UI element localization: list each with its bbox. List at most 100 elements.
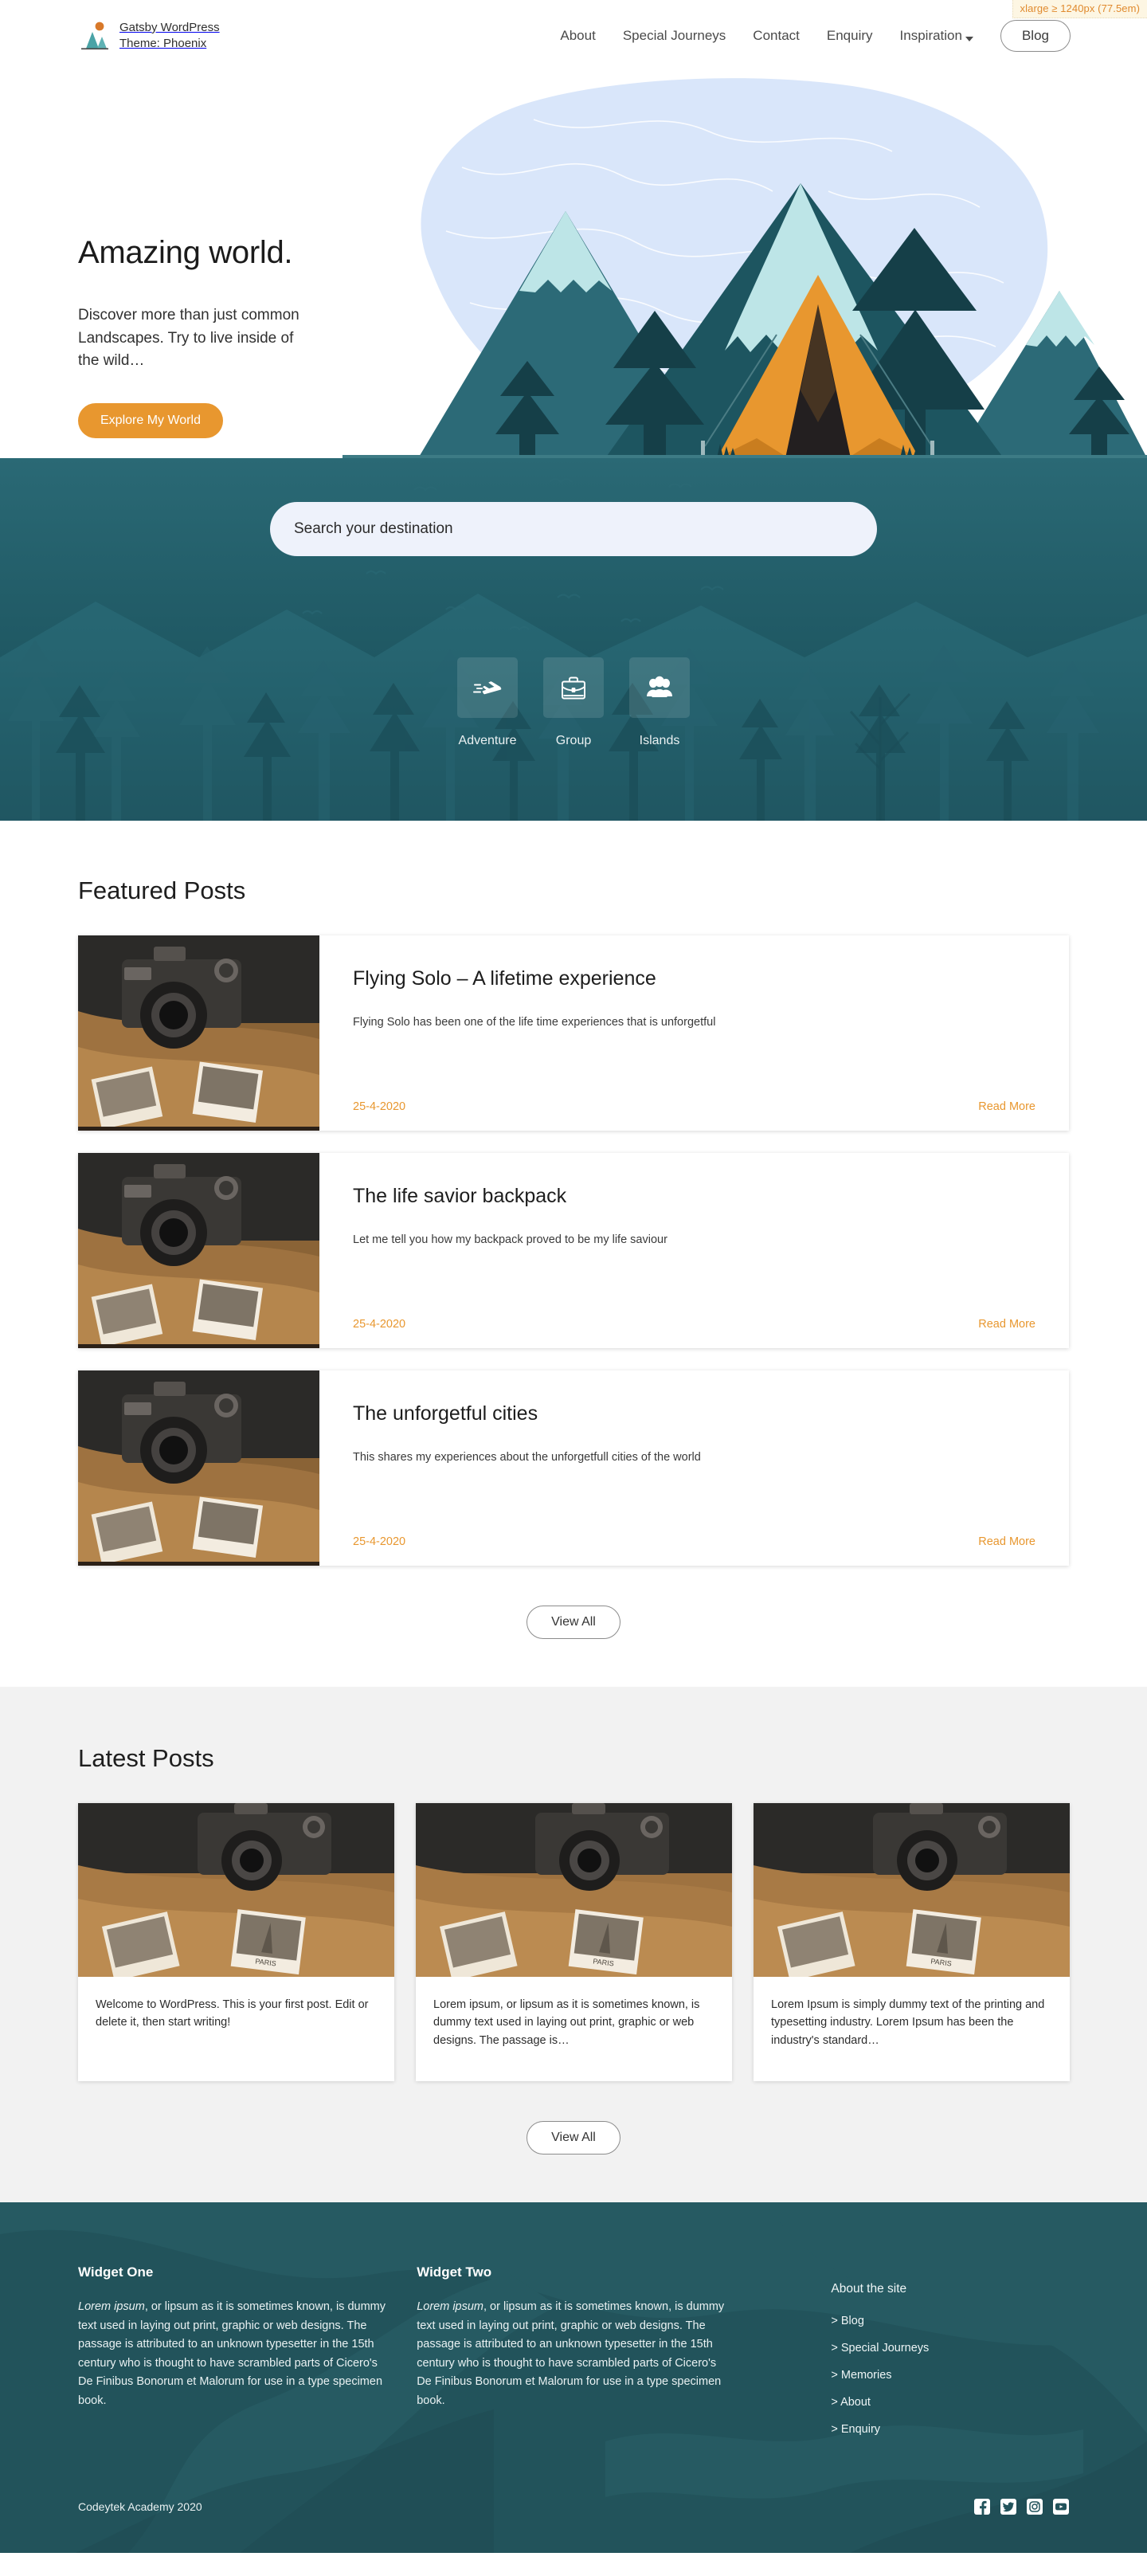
- hero-subtitle: Discover more than just common Landscape…: [78, 307, 299, 369]
- featured-view-all-button[interactable]: View All: [527, 1606, 620, 1639]
- nav-item-about[interactable]: About: [560, 28, 595, 44]
- viewport-size-badge: xlarge ≥ 1240px (77.5em): [1012, 0, 1147, 18]
- featured-post-meta: 25-4-2020 Read More: [353, 1513, 1035, 1548]
- footer-widget-two-text: Lorem ipsum, or lipsum as it is sometime…: [417, 2298, 727, 2410]
- featured-post-body: Flying Solo – A lifetime experience Flyi…: [319, 935, 1069, 1131]
- hero-title: Amazing world.: [78, 235, 293, 270]
- featured-post-body: The unforgetful cities This shares my ex…: [319, 1370, 1069, 1566]
- latest-posts-grid: PARIS Welcome to WordPress. This is your…: [78, 1803, 1070, 2082]
- footer-links-title: About the site: [831, 2282, 907, 2296]
- footer-link-blog[interactable]: > Blog: [831, 2315, 864, 2327]
- people-group-icon: [629, 657, 690, 718]
- footer-link-memories[interactable]: > Memories: [831, 2369, 891, 2382]
- mountain-sun-logo-icon: [76, 19, 112, 53]
- nav-item-enquiry[interactable]: Enquiry: [827, 28, 873, 44]
- facebook-icon[interactable]: [974, 2499, 990, 2515]
- nav-item-inspiration[interactable]: Inspiration: [900, 28, 973, 44]
- latest-post-excerpt: Welcome to WordPress. This is your first…: [96, 1998, 369, 2029]
- featured-post-title[interactable]: The unforgetful cities: [353, 1402, 1035, 1425]
- site-header: Gatsby WordPress Theme: Phoenix About Sp…: [0, 0, 1147, 72]
- main-navigation: About Special Journeys Contact Enquiry I…: [560, 20, 1071, 52]
- featured-posts-list: Flying Solo – A lifetime experience Flyi…: [78, 935, 1069, 1566]
- instagram-icon[interactable]: [1027, 2499, 1043, 2515]
- featured-post-date: 25-4-2020: [353, 1100, 406, 1113]
- featured-post-thumbnail: [78, 1370, 319, 1566]
- latest-post-thumbnail: PARIS: [78, 1803, 394, 1977]
- latest-view-all-row: View All: [78, 2081, 1069, 2202]
- search-form: [270, 502, 877, 556]
- brand-text: Gatsby WordPress Theme: Phoenix: [119, 20, 220, 53]
- search-band: Adventure Group: [0, 458, 1147, 821]
- footer-widget-two-lead: Lorem ipsum: [417, 2300, 483, 2314]
- footer-bottom-bar: Codeytek Academy 2020: [0, 2499, 1147, 2553]
- featured-post-excerpt: Flying Solo has been one of the life tim…: [353, 1016, 716, 1029]
- footer-widgets: Widget One Lorem ipsum, or lipsum as it …: [0, 2202, 1147, 2449]
- featured-post-meta: 25-4-2020 Read More: [353, 1296, 1035, 1331]
- latest-posts-section: Latest Posts PARIS Welcome to WordPress.…: [0, 1687, 1147, 2203]
- page-root: xlarge ≥ 1240px (77.5em) Gatsby WordPres…: [0, 0, 1147, 2554]
- footer-link-enquiry[interactable]: > Enquiry: [831, 2423, 880, 2436]
- nav-blog-button[interactable]: Blog: [1000, 20, 1071, 52]
- featured-post-thumbnail: [78, 935, 319, 1131]
- footer-link-item: > Blog: [831, 2314, 1069, 2328]
- latest-post-thumbnail: PARIS: [754, 1803, 1070, 1977]
- latest-post-card[interactable]: PARIS Welcome to WordPress. This is your…: [78, 1803, 394, 2082]
- featured-post-body: The life savior backpack Let me tell you…: [319, 1153, 1069, 1348]
- featured-post-date: 25-4-2020: [353, 1535, 406, 1548]
- footer-link-item: > Memories: [831, 2368, 1069, 2382]
- nav-item-contact[interactable]: Contact: [753, 28, 800, 44]
- featured-post-card[interactable]: The unforgetful cities This shares my ex…: [78, 1370, 1069, 1566]
- chevron-down-icon: [965, 36, 973, 41]
- footer-widget-two-body: , or lipsum as it is sometimes known, is…: [417, 2300, 725, 2407]
- featured-posts-title: Featured Posts: [78, 876, 246, 904]
- featured-post-card[interactable]: Flying Solo – A lifetime experience Flyi…: [78, 935, 1069, 1131]
- featured-post-card[interactable]: The life savior backpack Let me tell you…: [78, 1153, 1069, 1348]
- category-adventure-label: Adventure: [458, 734, 517, 747]
- brand-logo-link[interactable]: Gatsby WordPress Theme: Phoenix: [76, 19, 220, 53]
- featured-post-title[interactable]: The life savior backpack: [353, 1185, 1035, 1208]
- featured-post-thumbnail: [78, 1153, 319, 1348]
- twitter-icon[interactable]: [1000, 2499, 1016, 2515]
- explore-my-world-button[interactable]: Explore My World: [78, 402, 223, 438]
- footer-link-special-journeys[interactable]: > Special Journeys: [831, 2342, 929, 2354]
- plane-icon: [457, 657, 518, 718]
- mountains-tent-forest-illustration: [343, 72, 1147, 458]
- latest-post-card[interactable]: PARIS Lorem Ipsum is simply dummy text o…: [754, 1803, 1070, 2082]
- footer-widget-one-title: Widget One: [78, 2264, 154, 2280]
- latest-post-excerpt: Lorem ipsum, or lipsum as it is sometime…: [433, 1998, 700, 2047]
- youtube-icon[interactable]: [1053, 2499, 1069, 2515]
- featured-post-meta: 25-4-2020 Read More: [353, 1078, 1035, 1113]
- search-band-content: Adventure Group: [0, 458, 1147, 821]
- brand-line-1: Gatsby WordPress: [119, 20, 220, 34]
- footer-widget-one-text: Lorem ipsum, or lipsum as it is sometime…: [78, 2298, 389, 2410]
- footer-link-item: > About: [831, 2395, 1069, 2409]
- footer-link-about[interactable]: > About: [831, 2396, 871, 2409]
- briefcase-icon: [543, 657, 604, 718]
- read-more-link[interactable]: Read More: [978, 1100, 1035, 1113]
- footer-widget-one-lead: Lorem ipsum: [78, 2300, 145, 2314]
- copyright-text: Codeytek Academy 2020: [78, 2500, 202, 2514]
- brand-line-2: Theme: Phoenix: [119, 37, 207, 50]
- footer-widget-one: Widget One Lorem ipsum, or lipsum as it …: [78, 2264, 389, 2449]
- category-islands[interactable]: Islands: [629, 657, 690, 748]
- latest-view-all-button[interactable]: View All: [527, 2121, 620, 2155]
- hero-copy: Amazing world. Discover more than just c…: [78, 235, 397, 438]
- latest-post-card[interactable]: PARIS Lorem ipsum, or lipsum as it is so…: [416, 1803, 732, 2082]
- search-input[interactable]: [270, 502, 877, 556]
- featured-post-excerpt: Let me tell you how my backpack proved t…: [353, 1233, 667, 1246]
- featured-view-all-row: View All: [0, 1566, 1147, 1687]
- footer-link-item: > Special Journeys: [831, 2341, 1069, 2355]
- featured-post-excerpt: This shares my experiences about the unf…: [353, 1451, 701, 1464]
- hero-section: Amazing world. Discover more than just c…: [0, 72, 1147, 458]
- category-islands-label: Islands: [639, 734, 680, 747]
- nav-item-special-journeys[interactable]: Special Journeys: [623, 28, 726, 44]
- featured-post-title[interactable]: Flying Solo – A lifetime experience: [353, 967, 1035, 990]
- footer-widget-two-title: Widget Two: [417, 2264, 492, 2280]
- category-adventure[interactable]: Adventure: [457, 657, 518, 748]
- latest-posts-title: Latest Posts: [78, 1744, 214, 1772]
- footer-widget-one-body: , or lipsum as it is sometimes known, is…: [78, 2300, 386, 2407]
- category-group[interactable]: Group: [543, 657, 604, 748]
- read-more-link[interactable]: Read More: [978, 1318, 1035, 1331]
- footer-link-item: > Enquiry: [831, 2422, 1069, 2437]
- read-more-link[interactable]: Read More: [978, 1535, 1035, 1548]
